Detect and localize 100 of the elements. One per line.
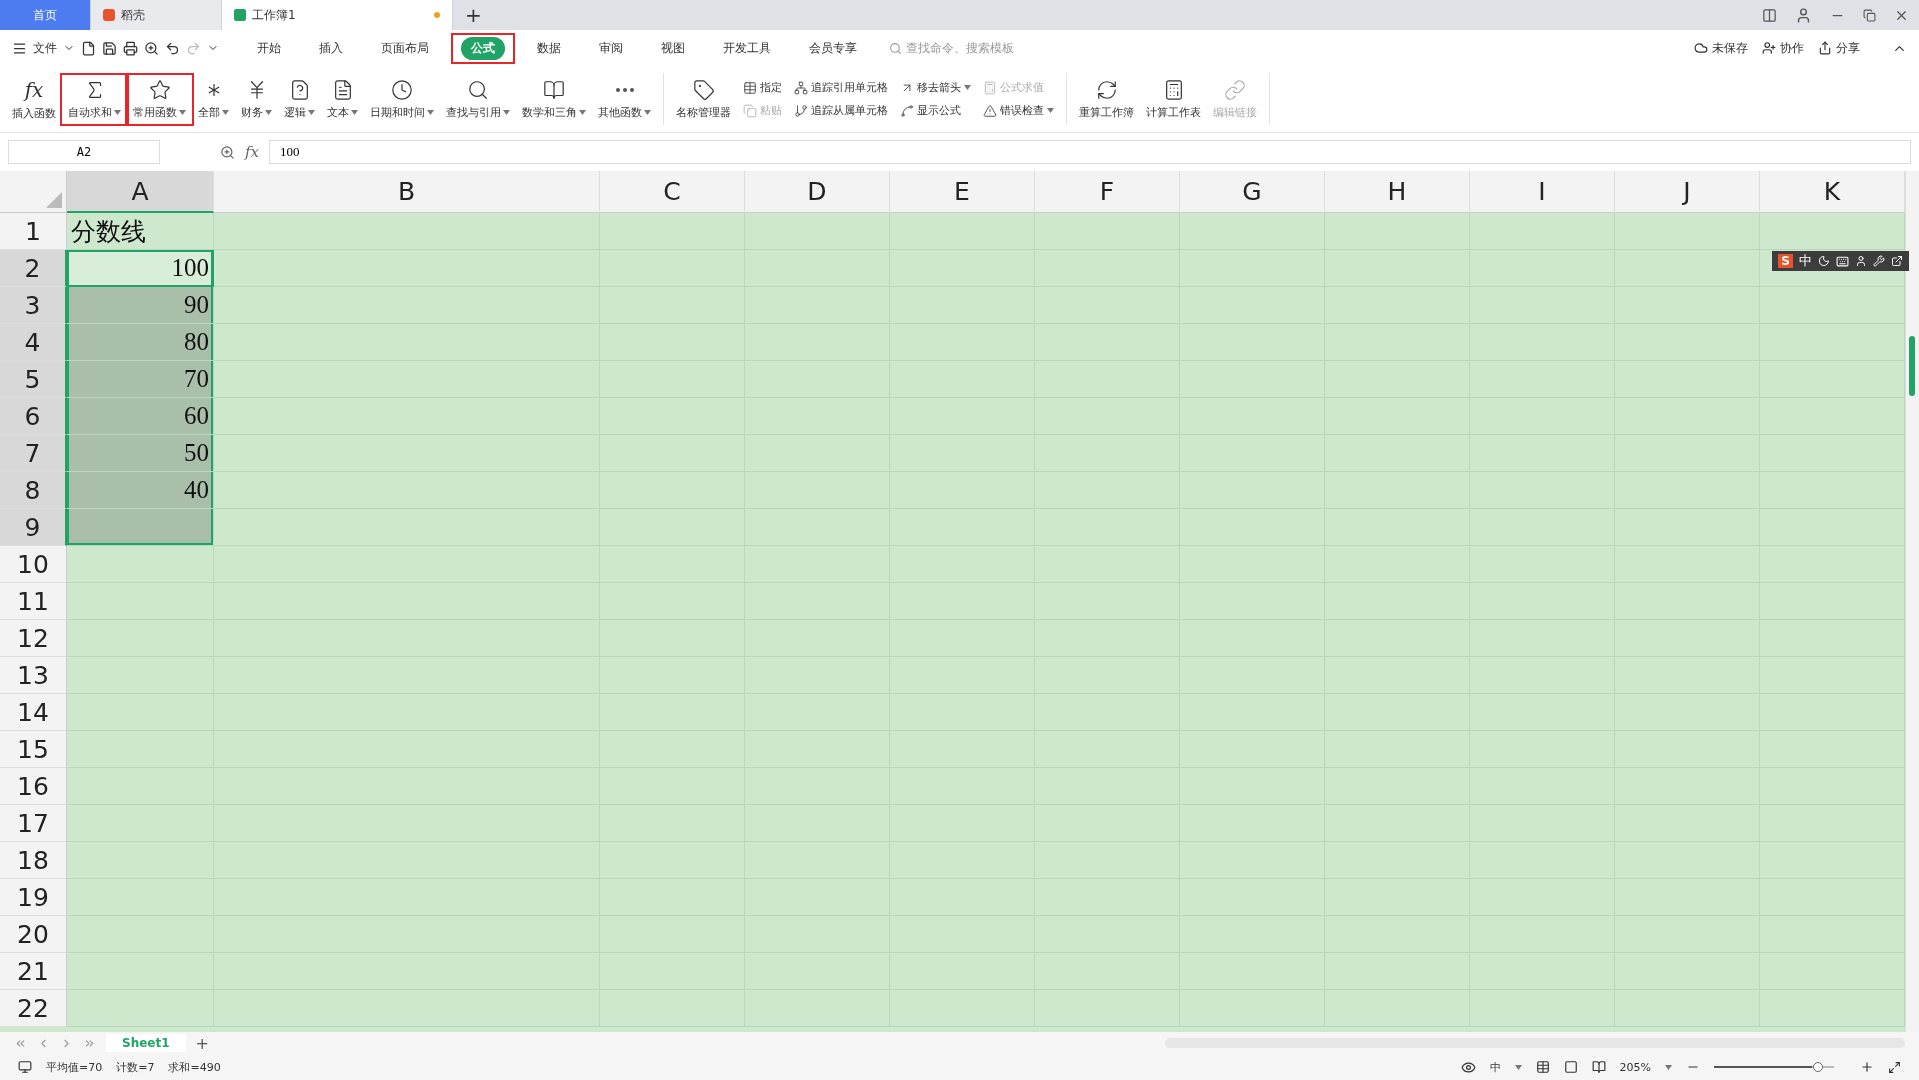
ribbon-button[interactable]: 查找与引用	[440, 74, 516, 124]
row-header[interactable]: 16	[0, 768, 67, 805]
row-header[interactable]: 18	[0, 842, 67, 879]
document-tab[interactable]: 首页	[0, 0, 91, 30]
ribbon-button[interactable]: 计算工作表	[1140, 74, 1207, 124]
ribbon-button[interactable]: 重算工作簿	[1073, 74, 1140, 124]
row-header[interactable]: 1	[0, 213, 67, 250]
toolbar-link[interactable]: 未保存	[1712, 39, 1748, 57]
caret-icon[interactable]	[1514, 1064, 1522, 1070]
column-header[interactable]: K	[1760, 171, 1905, 213]
user-icon[interactable]	[1855, 255, 1867, 267]
row-header[interactable]: 7	[0, 435, 67, 472]
column-header[interactable]: B	[214, 171, 600, 213]
ribbon-small-button[interactable]: 移去箭头	[900, 80, 971, 95]
row-header[interactable]: 20	[0, 916, 67, 953]
ribbon-button[interactable]: 文本	[321, 74, 364, 124]
document-tab[interactable]: 工作簿1	[222, 0, 453, 30]
row-header[interactable]: 5	[0, 361, 67, 398]
external-link-icon[interactable]	[1891, 255, 1903, 267]
fullscreen-icon[interactable]	[1888, 1060, 1901, 1074]
ribbon-tab[interactable]: 视图	[651, 36, 695, 60]
eye-icon[interactable]	[1460, 1059, 1476, 1075]
reading-view-icon[interactable]	[1591, 1060, 1606, 1074]
row-header[interactable]: 2	[0, 250, 67, 287]
caret-icon[interactable]	[114, 109, 121, 115]
column-header[interactable]: A	[67, 171, 214, 213]
column-header[interactable]: F	[1035, 171, 1180, 213]
row-header[interactable]: 19	[0, 879, 67, 916]
zoom-level[interactable]: 205%	[1619, 1060, 1651, 1074]
row-header[interactable]: 22	[0, 990, 67, 1027]
column-header[interactable]: E	[890, 171, 1035, 213]
caret-icon[interactable]	[644, 109, 651, 115]
row-header[interactable]: 6	[0, 398, 67, 435]
ribbon-button[interactable]: 数学和三角	[516, 74, 592, 124]
preview-icon[interactable]	[144, 40, 159, 56]
column-header[interactable]: C	[600, 171, 745, 213]
row-header[interactable]: 3	[0, 287, 67, 324]
ribbon-small-button[interactable]: 追踪从属单元格	[794, 103, 888, 118]
moon-icon[interactable]	[1818, 255, 1830, 267]
row-header[interactable]: 11	[0, 583, 67, 620]
slider-thumb[interactable]	[1813, 1062, 1824, 1072]
view-mode-button[interactable]: 中	[1489, 1059, 1501, 1075]
document-tab[interactable]: 稻壳	[91, 0, 222, 30]
caret-icon[interactable]	[1047, 108, 1054, 113]
column-header[interactable]: D	[745, 171, 890, 213]
caret-icon[interactable]	[222, 109, 229, 115]
menu-icon[interactable]	[12, 40, 27, 56]
ime-toolbar[interactable]: S 中	[1772, 251, 1909, 271]
caret-icon[interactable]	[351, 109, 358, 115]
column-header[interactable]: J	[1615, 171, 1760, 213]
ribbon-button[interactable]: fx 插入函数	[6, 73, 62, 125]
ribbon-button[interactable]: 其他函数	[592, 74, 657, 124]
row-header[interactable]: 14	[0, 694, 67, 731]
normal-view-icon[interactable]	[1535, 1060, 1550, 1074]
zoom-in-icon[interactable]	[1860, 1060, 1874, 1074]
ribbon-small-button[interactable]: 追踪引用单元格	[794, 80, 888, 95]
caret-icon[interactable]	[265, 109, 272, 115]
row-header[interactable]: 10	[0, 546, 67, 583]
keyboard-icon[interactable]	[1836, 254, 1849, 268]
file-menu[interactable]: 文件	[33, 39, 57, 57]
row-header[interactable]: 4	[0, 324, 67, 361]
caret-icon[interactable]	[964, 85, 971, 90]
row-header[interactable]: 12	[0, 620, 67, 657]
row-header[interactable]: 15	[0, 731, 67, 768]
row-header[interactable]: 21	[0, 953, 67, 990]
ribbon-button[interactable]: 逻辑	[278, 74, 321, 124]
ribbon-tab[interactable]: 会员专享	[799, 36, 867, 60]
row-header[interactable]: 9	[0, 509, 67, 546]
ribbon-button[interactable]: 日期和时间	[364, 74, 440, 124]
caret-icon[interactable]	[1665, 1064, 1672, 1070]
caret-icon[interactable]	[427, 109, 434, 115]
ribbon-small-button[interactable]: 指定	[743, 80, 782, 95]
add-sheet-button[interactable]: +	[195, 1033, 209, 1053]
caret-icon[interactable]	[308, 109, 315, 115]
caret-icon[interactable]	[179, 109, 186, 115]
ribbon-tab[interactable]: 审阅	[589, 36, 633, 60]
ribbon-small-button[interactable]: 错误检查	[983, 103, 1054, 118]
caret-icon[interactable]	[503, 109, 510, 115]
ribbon-tab[interactable]: 页面布局	[371, 36, 439, 60]
avatar-icon[interactable]	[1795, 6, 1812, 24]
ribbon-button[interactable]: 全部	[192, 74, 235, 124]
row-header[interactable]: 13	[0, 657, 67, 694]
ribbon-button[interactable]: 财务	[235, 74, 278, 124]
toolbar-link[interactable]: 分享	[1836, 39, 1860, 57]
toolbar-link[interactable]: 协作	[1780, 39, 1804, 57]
printer-icon[interactable]	[123, 40, 138, 56]
column-header[interactable]: H	[1325, 171, 1470, 213]
new-file-icon[interactable]	[81, 40, 96, 56]
function-symbol[interactable]: fx	[245, 143, 259, 161]
caret-icon[interactable]	[579, 109, 586, 115]
window-layout-icon[interactable]	[1762, 7, 1777, 23]
column-header[interactable]: G	[1180, 171, 1325, 213]
ribbon-button[interactable]: 常用函数	[127, 74, 192, 124]
ribbon-tab[interactable]: 插入	[309, 36, 353, 60]
monitor-icon[interactable]	[18, 1060, 32, 1074]
row-header[interactable]: 17	[0, 805, 67, 842]
save-icon[interactable]	[102, 40, 117, 56]
ribbon-tab[interactable]: 开发工具	[713, 36, 781, 60]
undo-icon[interactable]	[165, 40, 180, 56]
column-header[interactable]: I	[1470, 171, 1615, 213]
